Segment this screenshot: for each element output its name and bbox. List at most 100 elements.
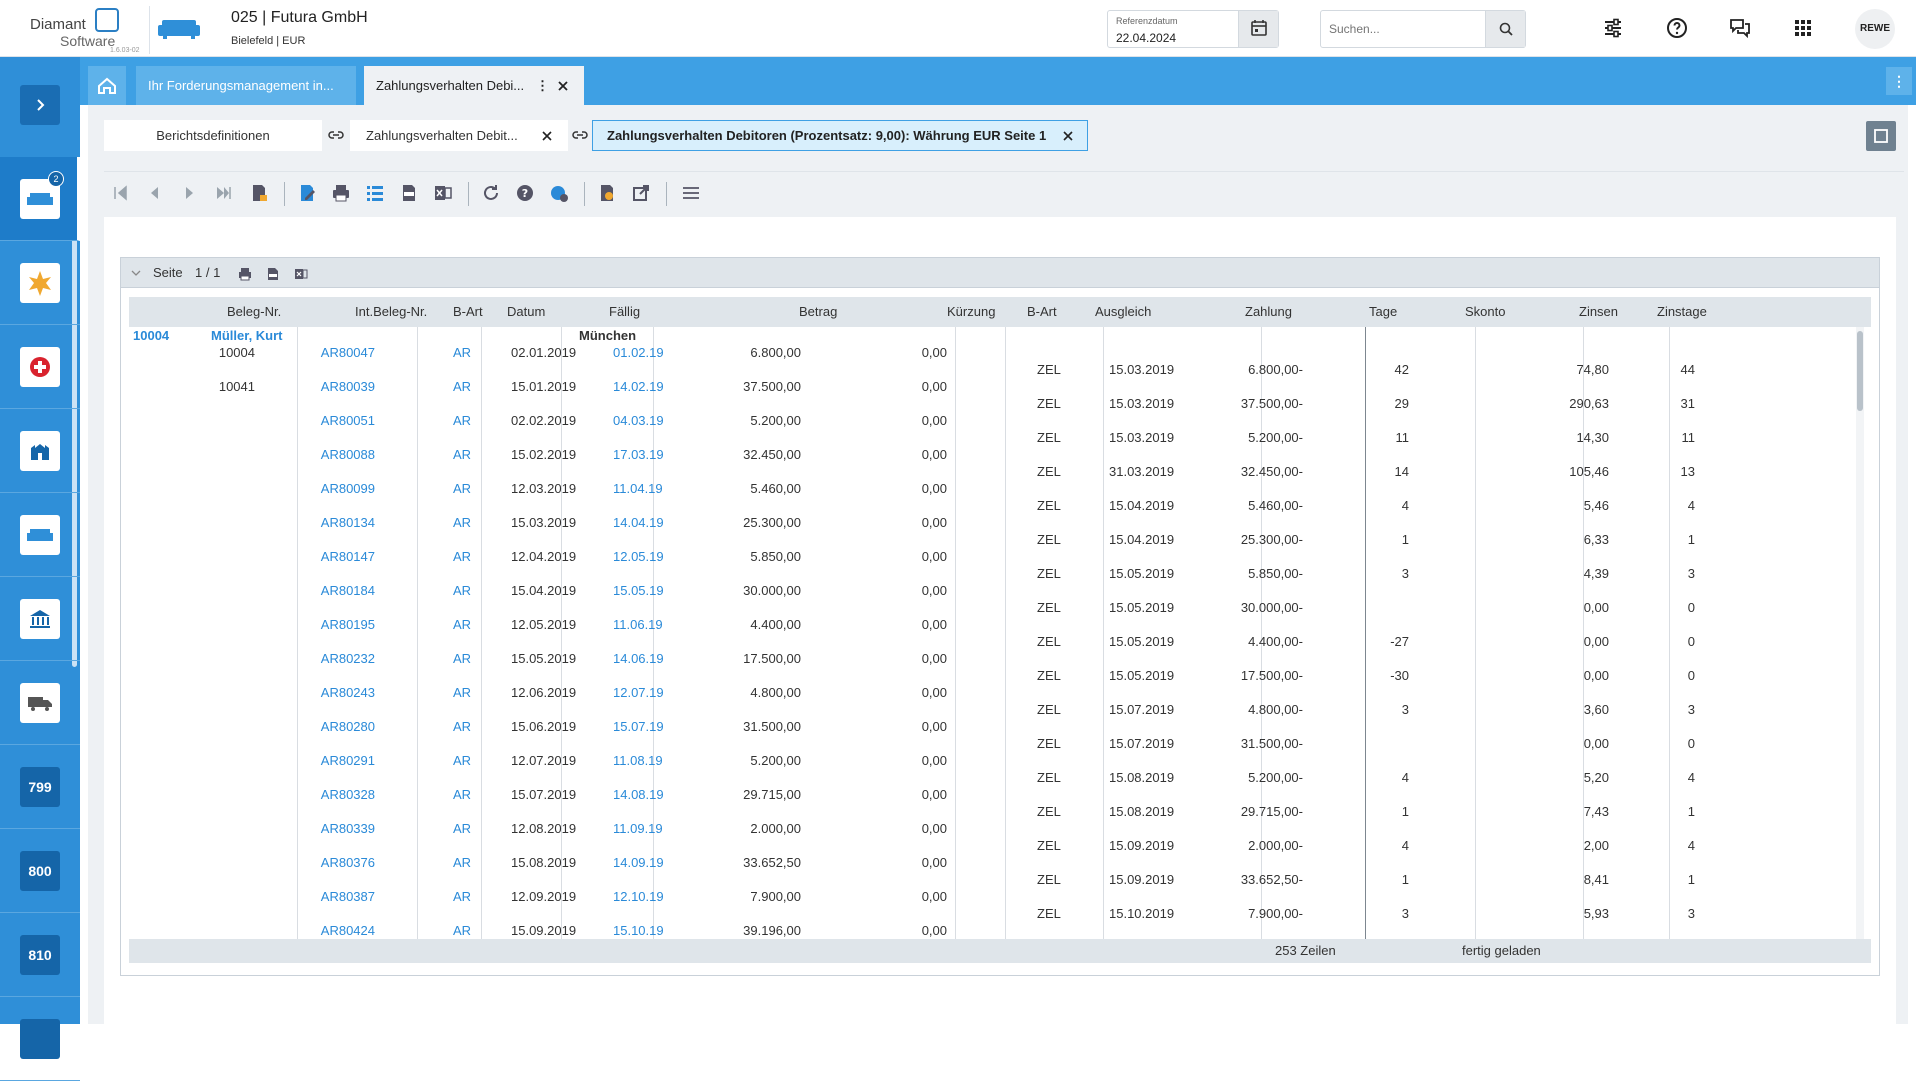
menu-icon[interactable] — [680, 182, 702, 204]
b-art-link[interactable]: AR — [453, 650, 471, 667]
payment-row[interactable]: ZEL 15.05.2019 17.500,00- -30 0,00 0 — [129, 667, 1871, 684]
invoice-row[interactable]: AR80134 AR 15.03.2019 14.04.19 25.300,00 0,00 — [129, 514, 1871, 531]
web-help-icon[interactable] — [548, 182, 570, 204]
group-account-name[interactable]: Müller, Kurt — [211, 327, 283, 344]
pdf-export-icon[interactable] — [398, 182, 420, 204]
col-beleg-nr[interactable]: Beleg-Nr. — [227, 304, 281, 319]
breadcrumb-berichtsdefinitionen[interactable]: Berichtsdefinitionen — [104, 120, 322, 151]
b-art-link[interactable]: AR — [453, 344, 471, 361]
payment-row[interactable]: ZEL 15.04.2019 25.300,00- 1 6,33 1 — [129, 531, 1871, 548]
int-beleg-nr-link[interactable]: AR80147 — [321, 548, 375, 565]
faellig-link[interactable]: 11.04.19 — [613, 480, 663, 497]
payment-row[interactable]: ZEL 15.08.2019 29.715,00- 1 7,43 1 — [129, 803, 1871, 820]
b-art-link[interactable]: AR — [453, 378, 471, 395]
faellig-link[interactable]: 14.09.19 — [613, 854, 664, 871]
invoice-row[interactable]: AR80387 AR 12.09.2019 12.10.19 7.900,00 0,00 — [129, 888, 1871, 905]
int-beleg-nr-link[interactable]: AR80424 — [321, 922, 375, 939]
faellig-link[interactable]: 15.10.19 — [613, 922, 664, 939]
faellig-link[interactable]: 11.09.19 — [613, 820, 663, 837]
int-beleg-nr-link[interactable]: AR80134 — [321, 514, 375, 531]
b-art-link[interactable]: AR — [453, 888, 471, 905]
invoice-row[interactable]: AR80339 AR 12.08.2019 11.09.19 2.000,00 0,00 — [129, 820, 1871, 837]
col-skonto[interactable]: Skonto — [1465, 304, 1505, 319]
scrollbar-thumb[interactable] — [1857, 331, 1863, 411]
payment-row[interactable]: ZEL 15.09.2019 2.000,00- 4 2,00 4 — [129, 837, 1871, 854]
b-art-link[interactable]: AR — [453, 752, 471, 769]
col-zinstage[interactable]: Zinstage — [1657, 304, 1707, 319]
int-beleg-nr-link[interactable]: AR80280 — [321, 718, 375, 735]
b-art-link[interactable]: AR — [453, 854, 471, 871]
tab-home[interactable] — [88, 66, 126, 105]
reference-date-value[interactable]: 22.04.2024 — [1116, 31, 1176, 45]
payment-row[interactable]: ZEL 31.03.2019 32.450,00- 14 105,46 13 — [129, 463, 1871, 480]
page-export-icon[interactable] — [248, 182, 270, 204]
list-settings-icon[interactable] — [364, 182, 386, 204]
chevron-down-icon[interactable] — [131, 269, 141, 277]
fullscreen-button[interactable] — [1866, 121, 1896, 151]
calendar-button[interactable] — [1238, 11, 1278, 47]
faellig-link[interactable]: 12.10.19 — [613, 888, 664, 905]
faellig-link[interactable]: 01.02.19 — [613, 344, 664, 361]
invoice-row[interactable]: AR80376 AR 15.08.2019 14.09.19 33.652,50 0,00 — [129, 854, 1871, 871]
invoice-row[interactable]: AR80099 AR 12.03.2019 11.04.19 5.460,00 0,00 — [129, 480, 1871, 497]
user-avatar[interactable]: REWE — [1855, 9, 1895, 49]
sidebar-item-medical[interactable] — [0, 325, 80, 409]
sidebar-item-810[interactable]: 810 — [0, 913, 80, 997]
b-art-link[interactable]: AR — [453, 582, 471, 599]
breadcrumb-zahlungsverhalten[interactable]: Zahlungsverhalten Debit... — [350, 120, 568, 151]
chat-icon[interactable] — [1728, 16, 1752, 40]
faellig-link[interactable]: 14.06.19 — [613, 650, 664, 667]
sidebar-item-star[interactable] — [0, 241, 80, 325]
payment-row[interactable]: ZEL 15.03.2019 37.500,00- 29 290,63 31 — [129, 395, 1871, 412]
payment-row[interactable]: ZEL 15.05.2019 4.400,00- -27 0,00 0 — [129, 633, 1871, 650]
invoice-row[interactable]: AR80195 AR 12.05.2019 11.06.19 4.400,00 0,00 — [129, 616, 1871, 633]
open-external-icon[interactable] — [630, 182, 652, 204]
faellig-link[interactable]: 12.05.19 — [613, 548, 664, 565]
sidebar-item-more[interactable] — [0, 997, 80, 1081]
previous-page-icon[interactable] — [144, 182, 166, 204]
b-art-link[interactable]: AR — [453, 684, 471, 701]
sidebar-item-800[interactable]: 800 — [0, 829, 80, 913]
close-icon[interactable] — [1061, 129, 1075, 143]
b-art-link[interactable]: AR — [453, 480, 471, 497]
diamant-logo[interactable]: Diamant Software 1.6.03-02 — [10, 6, 150, 54]
invoice-row[interactable]: AR80243 AR 12.06.2019 12.07.19 4.800,00 0,00 — [129, 684, 1871, 701]
int-beleg-nr-link[interactable]: AR80088 — [321, 446, 375, 463]
faellig-link[interactable]: 15.05.19 — [613, 582, 664, 599]
invoice-row[interactable]: AR80424 AR 15.09.2019 15.10.19 39.196,00 0,00 — [129, 922, 1871, 939]
col-int-beleg-nr[interactable]: Int.Beleg-Nr. — [355, 304, 427, 319]
int-beleg-nr-link[interactable]: AR80328 — [321, 786, 375, 803]
sidebar-item-799[interactable]: 799 — [0, 745, 80, 829]
invoice-row[interactable]: 10041 AR80039 AR 15.01.2019 14.02.19 37.500,0… — [129, 378, 1871, 395]
b-art-link[interactable]: AR — [453, 922, 471, 939]
faellig-link[interactable]: 14.04.19 — [613, 514, 664, 531]
invoice-row[interactable]: AR80280 AR 15.06.2019 15.07.19 31.500,00 0,00 — [129, 718, 1871, 735]
invoice-row[interactable]: AR80051 AR 02.02.2019 04.03.19 5.200,00 0,00 — [129, 412, 1871, 429]
b-art-link[interactable]: AR — [453, 514, 471, 531]
faellig-link[interactable]: 04.03.19 — [613, 412, 664, 429]
document-add-icon[interactable] — [596, 182, 618, 204]
faellig-link[interactable]: 11.08.19 — [613, 752, 663, 769]
excel-export-icon[interactable] — [432, 182, 454, 204]
int-beleg-nr-link[interactable]: AR80051 — [321, 412, 375, 429]
sidebar-item-bank[interactable] — [0, 577, 80, 661]
excel-export-icon[interactable] — [293, 266, 309, 282]
payment-row[interactable]: ZEL 15.10.2019 7.900,00- 3 5,93 3 — [129, 905, 1871, 922]
payment-row[interactable]: ZEL 15.07.2019 31.500,00- 0,00 0 — [129, 735, 1871, 752]
help-icon[interactable] — [1665, 16, 1689, 40]
sidebar-item-sofa[interactable] — [0, 493, 80, 577]
int-beleg-nr-link[interactable]: AR80243 — [321, 684, 375, 701]
int-beleg-nr-link[interactable]: AR80047 — [321, 344, 375, 361]
b-art-link[interactable]: AR — [453, 412, 471, 429]
b-art-link[interactable]: AR — [453, 616, 471, 633]
next-page-icon[interactable] — [178, 182, 200, 204]
tab-menu-icon[interactable]: ⋮ — [536, 66, 549, 105]
help-icon[interactable]: ? — [514, 182, 536, 204]
b-art-link[interactable]: AR — [453, 718, 471, 735]
col-datum[interactable]: Datum — [507, 304, 545, 319]
payment-row[interactable]: ZEL 15.08.2019 5.200,00- 4 5,20 4 — [129, 769, 1871, 786]
int-beleg-nr-link[interactable]: AR80291 — [321, 752, 375, 769]
table-scrollbar[interactable] — [1856, 327, 1864, 939]
faellig-link[interactable]: 12.07.19 — [613, 684, 664, 701]
tab-zahlungsverhalten[interactable]: Zahlungsverhalten Debi... ⋮ — [364, 66, 584, 105]
